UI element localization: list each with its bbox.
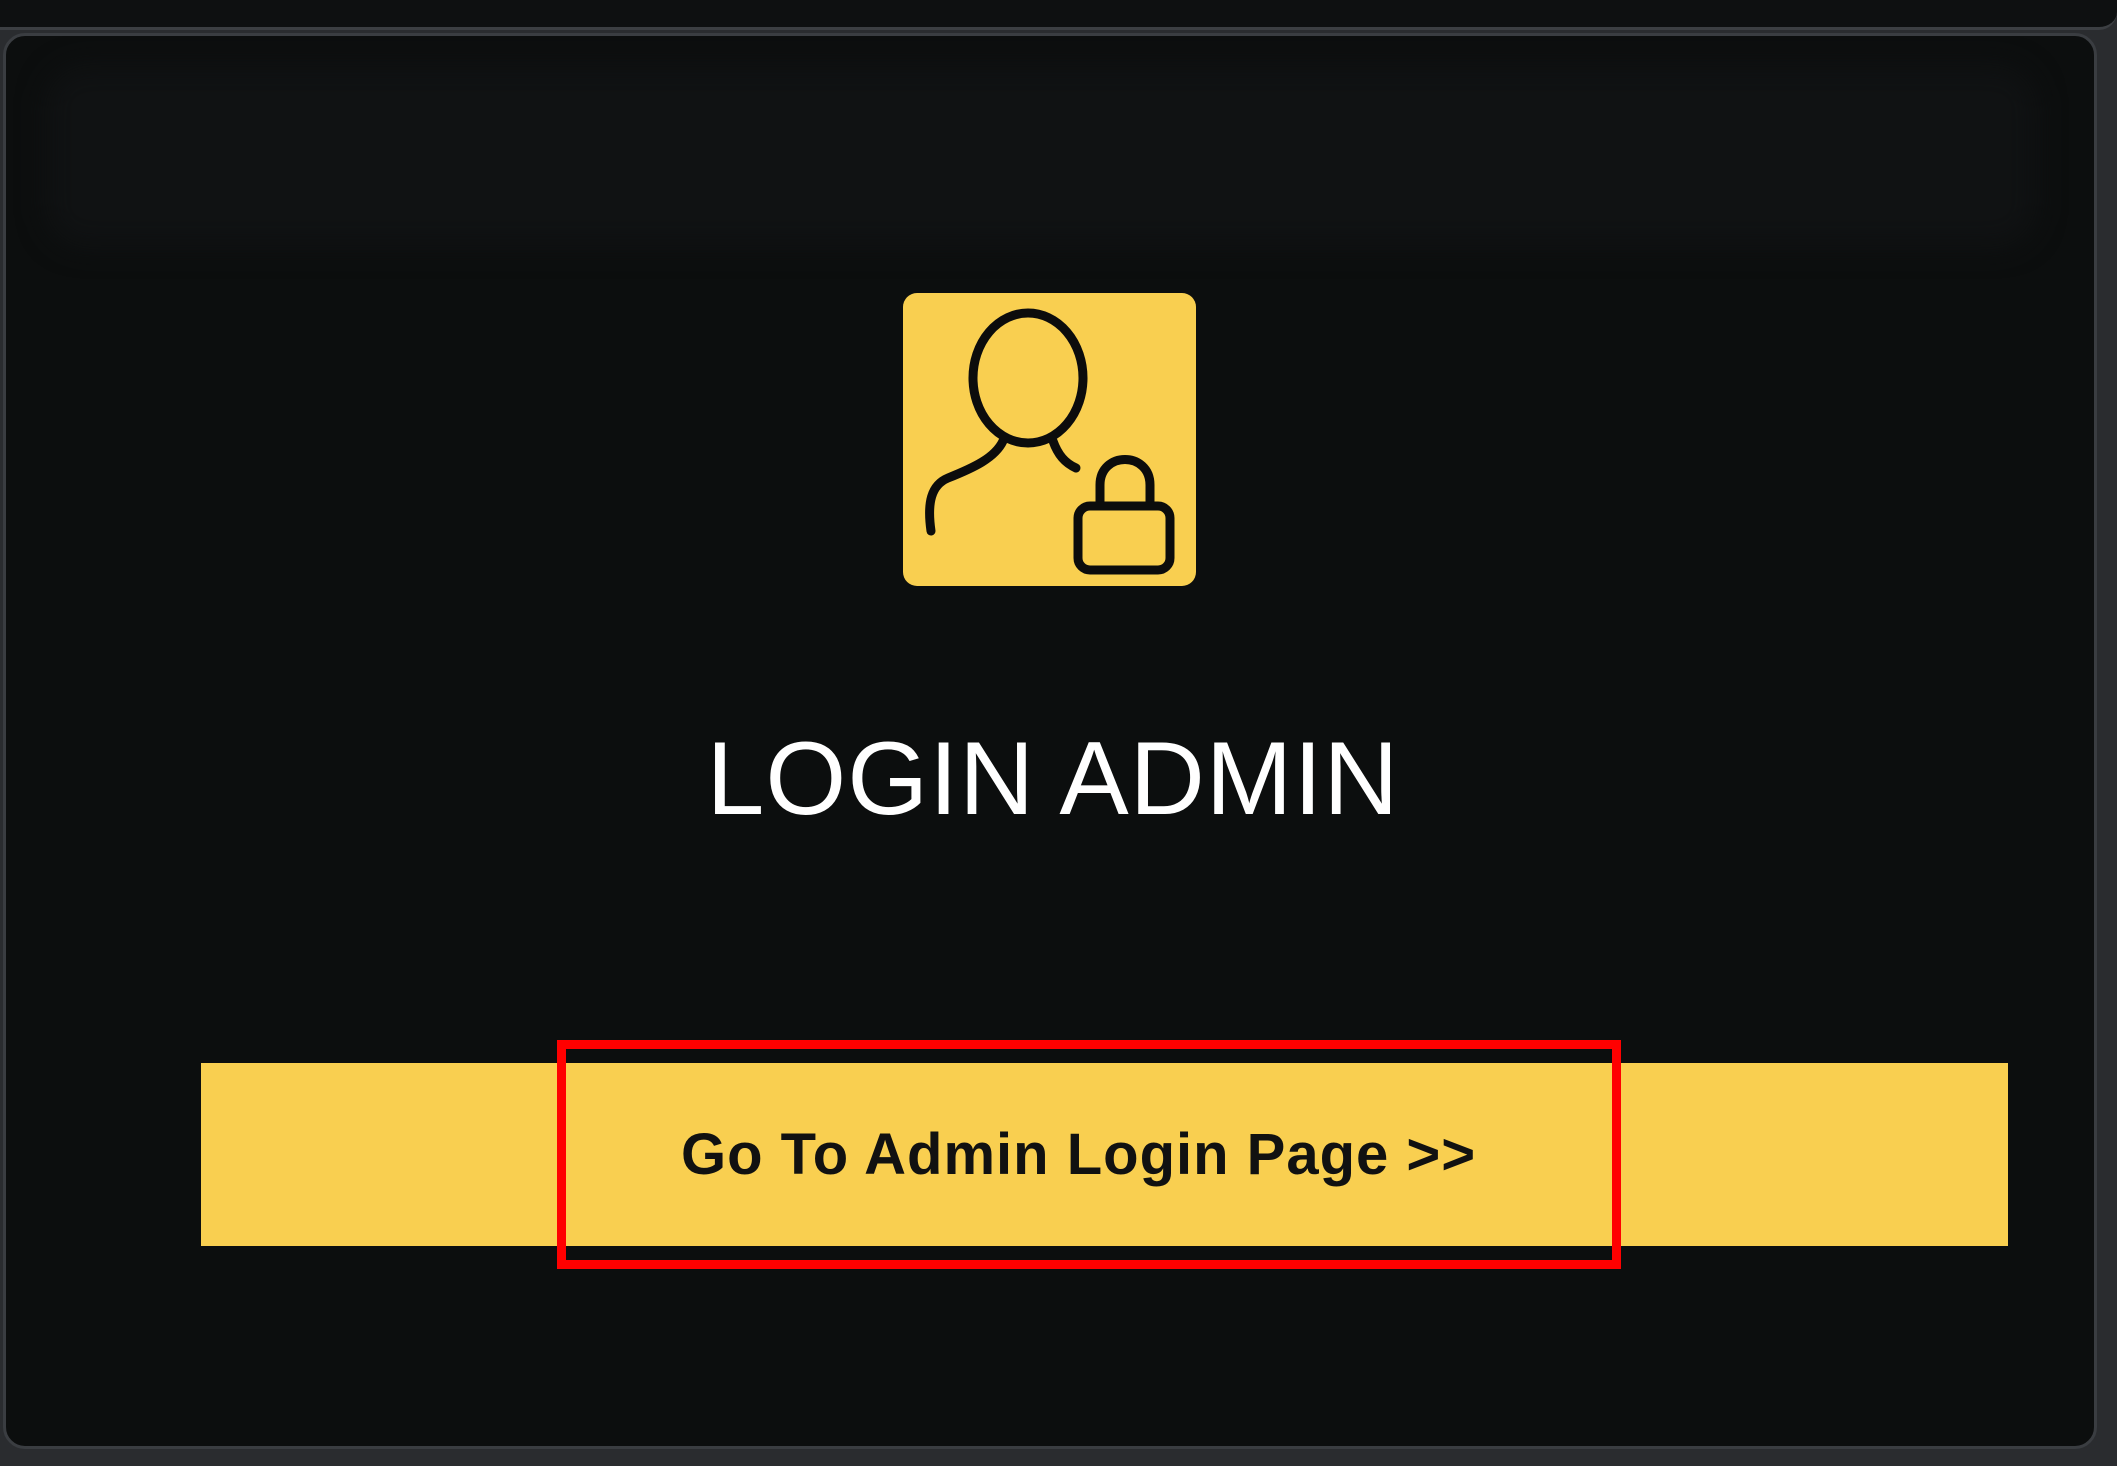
user-lock-icon — [903, 293, 1196, 586]
top-frame — [0, 0, 2117, 30]
page-title: LOGIN ADMIN — [706, 721, 1400, 837]
login-admin-card: LOGIN ADMIN Go To Admin Login Page >> — [3, 33, 2097, 1449]
go-to-admin-login-label: Go To Admin Login Page >> — [681, 1122, 1477, 1187]
card-header-shade — [46, 66, 2036, 246]
go-to-admin-login-button[interactable]: Go To Admin Login Page >> — [201, 1063, 2008, 1246]
